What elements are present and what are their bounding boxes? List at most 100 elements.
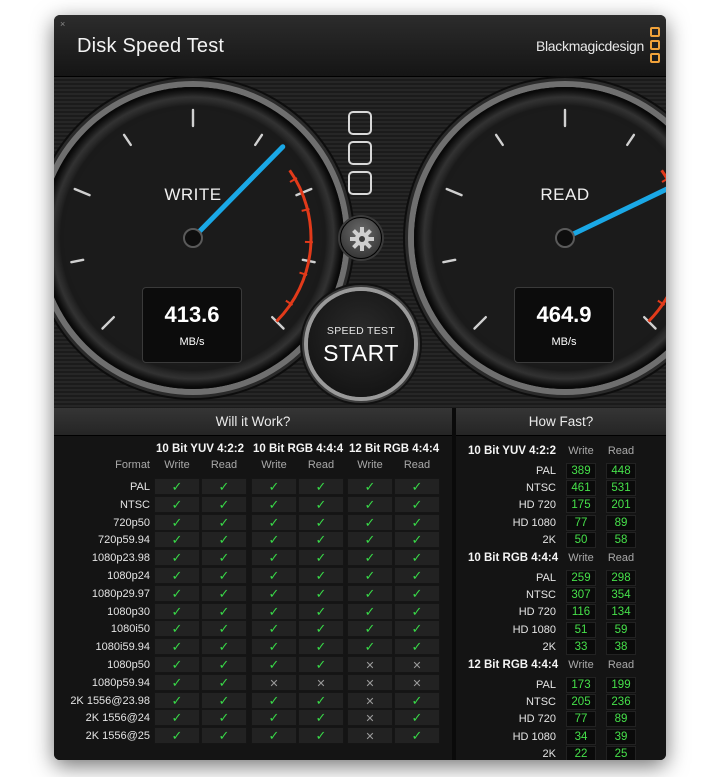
check-icon: ✓ (364, 621, 376, 637)
read-speed-value: 464.9 (536, 302, 592, 327)
speed-row-label: NTSC (526, 482, 556, 495)
check-icon: ✓ (171, 550, 183, 566)
check-icon: ✓ (364, 550, 376, 566)
speed-row-label: HD 1080 (512, 516, 556, 529)
gauge-tick (101, 315, 116, 330)
result-cell: ✓ (251, 620, 297, 638)
check-icon: ✓ (411, 514, 423, 530)
result-cell: ✓ (201, 656, 247, 673)
speed-row-label: PAL (536, 679, 556, 691)
settings-button[interactable] (340, 217, 382, 259)
write-gauge-label: WRITE (164, 185, 222, 204)
check-icon: ✓ (218, 639, 230, 655)
preset-icon[interactable] (348, 141, 372, 165)
write-readout: 413.6 MB/s (142, 287, 242, 363)
result-cell: ✓ (394, 602, 440, 620)
format-row-label: 2K 1556@23.98 (70, 694, 150, 707)
speed-test-start-button[interactable]: SPEED TEST START (308, 291, 414, 397)
check-icon: ✓ (411, 479, 423, 494)
check-icon: ✓ (171, 639, 183, 655)
result-cell: ✓ (394, 638, 440, 656)
result-cell: ✓ (201, 549, 247, 567)
write-speed-cell: 22 (566, 745, 596, 760)
result-cell: ✓ (154, 478, 200, 495)
result-cell: ✓ (154, 567, 200, 584)
result-cell: ✓ (201, 691, 247, 709)
result-cell: ✓ (394, 691, 440, 709)
result-cell: ✓ (298, 727, 344, 745)
speed-row-label: NTSC (526, 696, 556, 709)
check-icon: ✓ (411, 621, 423, 637)
check-icon: ✓ (364, 568, 376, 583)
result-cell: ✓ (347, 602, 393, 620)
write-speed-cell: 259 (566, 570, 596, 586)
result-cell: ✕ (347, 709, 393, 727)
result-cell: ✕ (347, 727, 393, 745)
check-icon: ✓ (218, 514, 230, 530)
speed-row-label: HD 720 (518, 499, 556, 512)
check-icon: ✓ (171, 657, 183, 672)
close-icon[interactable]: × (60, 20, 65, 29)
speed-row-label: HD 720 (518, 606, 556, 619)
result-cell: ✓ (394, 549, 440, 567)
start-button-caption: SPEED TEST (326, 325, 396, 337)
result-cell: ✓ (298, 513, 344, 531)
result-cell: ✓ (201, 531, 247, 549)
result-cell: ✓ (251, 513, 297, 531)
result-cell: ✓ (201, 584, 247, 602)
column-subheader: Read (403, 459, 431, 471)
check-icon: ✓ (171, 728, 183, 744)
format-row-label: NTSC (120, 498, 150, 511)
result-cell: ✕ (347, 673, 393, 691)
result-cell: ✓ (154, 656, 200, 673)
format-row-label: 720p59.94 (98, 534, 150, 547)
format-row-label: PAL (130, 481, 150, 493)
cross-icon: ✕ (412, 677, 422, 690)
check-icon: ✓ (411, 728, 423, 744)
column-subheader: Read (607, 445, 635, 457)
result-cell: ✓ (201, 620, 247, 638)
result-cell: ✓ (251, 656, 297, 673)
result-cell: ✓ (154, 638, 200, 656)
read-gauge-label: READ (540, 185, 590, 204)
result-cell: ✓ (201, 602, 247, 620)
check-icon: ✓ (268, 514, 280, 530)
result-cell: ✓ (154, 602, 200, 620)
result-cell: ✓ (347, 620, 393, 638)
write-speed-cell: 34 (566, 728, 596, 745)
format-row-label: 1080p59.94 (91, 676, 150, 689)
result-cell: ✕ (347, 656, 393, 673)
check-icon: ✓ (218, 692, 230, 708)
format-row-label: 2K 1556@24 (85, 712, 150, 725)
check-icon: ✓ (268, 621, 280, 637)
format-row-label: 1080i59.94 (95, 641, 150, 654)
check-icon: ✓ (218, 657, 230, 672)
gauge-hub (183, 228, 203, 248)
preset-buttons (346, 111, 374, 201)
result-cell: ✓ (154, 620, 200, 638)
read-speed-cell: 25 (606, 745, 636, 760)
check-icon: ✓ (218, 728, 230, 744)
check-icon: ✓ (315, 514, 327, 530)
speed-row-label: NTSC (526, 589, 556, 602)
check-icon: ✓ (268, 532, 280, 548)
check-icon: ✓ (364, 603, 376, 619)
read-speed-cell: 448 (606, 463, 636, 479)
check-icon: ✓ (268, 728, 280, 744)
preset-icon[interactable] (348, 171, 372, 195)
blackmagic-logo-icon (650, 27, 660, 65)
column-group-header: 10 Bit YUV 4:2:2 (156, 443, 244, 455)
speed-row-label: HD 1080 (512, 730, 556, 743)
preset-icon[interactable] (348, 111, 372, 135)
write-speed-unit: MB/s (179, 336, 205, 348)
write-speed-cell: 175 (566, 497, 596, 514)
result-cell: ✓ (298, 656, 344, 673)
check-icon: ✓ (315, 479, 327, 494)
result-cell: ✕ (394, 656, 440, 673)
check-icon: ✓ (315, 585, 327, 601)
result-cell: ✓ (251, 495, 297, 513)
result-cell: ✓ (154, 673, 200, 691)
gauge-tick (254, 133, 264, 147)
read-speed-cell: 531 (606, 480, 636, 497)
check-icon: ✓ (315, 496, 327, 512)
